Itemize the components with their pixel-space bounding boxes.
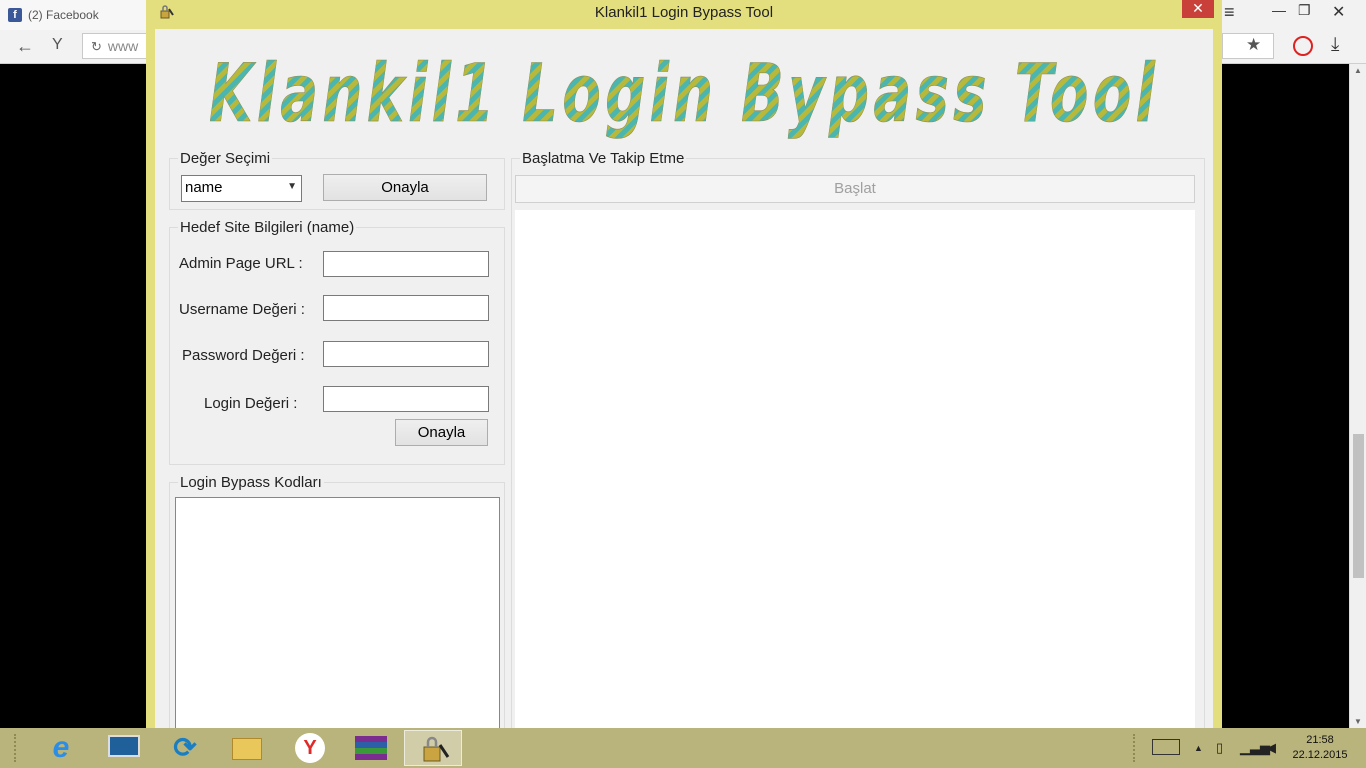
browser-tab[interactable]: f (2) Facebook [0,0,148,30]
value-select-text: name [185,179,223,196]
keyboard-icon[interactable] [1152,739,1180,755]
scroll-up-icon[interactable]: ▲ [1354,66,1362,75]
performance-icon[interactable] [1293,36,1313,56]
login-input[interactable] [323,386,489,412]
value-selection-legend: Değer Seçimi [178,150,273,167]
login-label: Login Değeri : [204,395,298,412]
scroll-thumb[interactable] [1353,434,1364,578]
app-logo: Klankil1 Login Bypass Tool [209,47,1159,141]
lock-app-icon [160,5,174,19]
back-arrow-icon[interactable]: ← [16,36,34,57]
bypass-codes-group: Login Bypass Kodları [169,474,505,742]
value-confirm-button[interactable]: Onayla [323,174,487,201]
minimize-icon[interactable]: — [1272,2,1286,18]
logo-text: Klankil1 Login Bypass Tool [209,47,1159,140]
admin-url-input[interactable] [323,251,489,277]
target-site-legend: Hedef Site Bilgileri (name) [178,219,357,236]
yandex-browser-icon: Y [295,733,325,763]
start-track-legend: Başlatma Ve Takip Etme [520,150,687,167]
client-area: Klankil1 Login Bypass Tool Değer Seçimi … [155,29,1213,742]
progress-output [515,210,1195,735]
reload-icon[interactable]: ↻ [91,39,102,54]
bypass-codes-legend: Login Bypass Kodları [178,474,324,491]
clock-time: 21:58 [1306,734,1334,746]
password-input[interactable] [323,341,489,367]
target-site-group: Hedef Site Bilgileri (name) Admin Page U… [169,219,505,465]
scroll-down-icon[interactable]: ▼ [1354,717,1362,726]
restore-icon[interactable]: ❐ [1298,2,1311,19]
taskbar-item-yandex[interactable]: Y [280,730,338,766]
lock-tool-icon [423,736,450,762]
taskbar-grip [14,734,20,762]
internet-explorer-icon: e [52,731,70,764]
window-title: Klankil1 Login Bypass Tool [594,4,774,21]
refresh-app-icon: ⟳ [173,732,197,763]
taskbar-item-winrar[interactable] [342,730,400,766]
tray-clock[interactable]: 21:58 22.12.2015 [1288,733,1352,763]
app-window: Klankil1 Login Bypass Tool ✕ Klankil1 Lo… [146,0,1222,742]
username-label: Username Değeri : [179,301,305,318]
menu-icon[interactable]: ≡ [1224,2,1235,23]
start-track-group: Başlatma Ve Takip Etme Başlat [511,150,1205,738]
clock-date: 22.12.2015 [1292,749,1348,761]
tray-expand-icon[interactable]: ▲ [1194,743,1203,753]
facebook-icon: f [8,8,22,22]
password-label: Password Değeri : [182,347,305,364]
bookmark-star-icon[interactable]: ★ [1246,35,1261,55]
taskbar-item-explorer[interactable] [218,730,276,766]
value-selection-group: Değer Seçimi name ▼ Onayla [169,150,505,210]
taskbar-item-refresh[interactable]: ⟳ [156,730,214,766]
start-button[interactable]: Başlat [515,175,1195,203]
tray-grip [1133,734,1139,762]
value-select[interactable]: name ▼ [181,175,302,202]
browser-close-icon[interactable]: ✕ [1332,2,1345,22]
volume-icon[interactable]: ◀ [1266,740,1276,756]
admin-url-label: Admin Page URL : [179,255,303,272]
bypass-codes-textarea[interactable] [175,497,500,737]
window-close-button[interactable]: ✕ [1182,0,1214,18]
target-confirm-button[interactable]: Onayla [395,419,488,446]
address-text: www [107,38,139,54]
taskbar-item-lock-tool[interactable] [404,730,462,766]
chevron-down-icon: ▼ [287,181,297,192]
taskbar-item-lenovo[interactable] [94,730,152,766]
username-input[interactable] [323,295,489,321]
power-icon[interactable]: ▯ [1216,740,1223,756]
yandex-home-icon[interactable]: Y [52,36,63,54]
winrar-icon [355,736,387,760]
taskbar-item-ie[interactable]: e [32,730,90,766]
browser-tab-label: (2) Facebook [28,8,99,22]
download-icon[interactable]: ⤓ [1331,34,1339,56]
lenovo-monitor-icon [108,735,140,757]
page-scrollbar[interactable]: ▲ ▼ [1349,64,1366,728]
file-explorer-icon [232,738,262,760]
taskbar: e ⟳ Y ▲ ▯ ▁▃▅ ◀ 21:58 22.12.2015 [0,728,1366,768]
